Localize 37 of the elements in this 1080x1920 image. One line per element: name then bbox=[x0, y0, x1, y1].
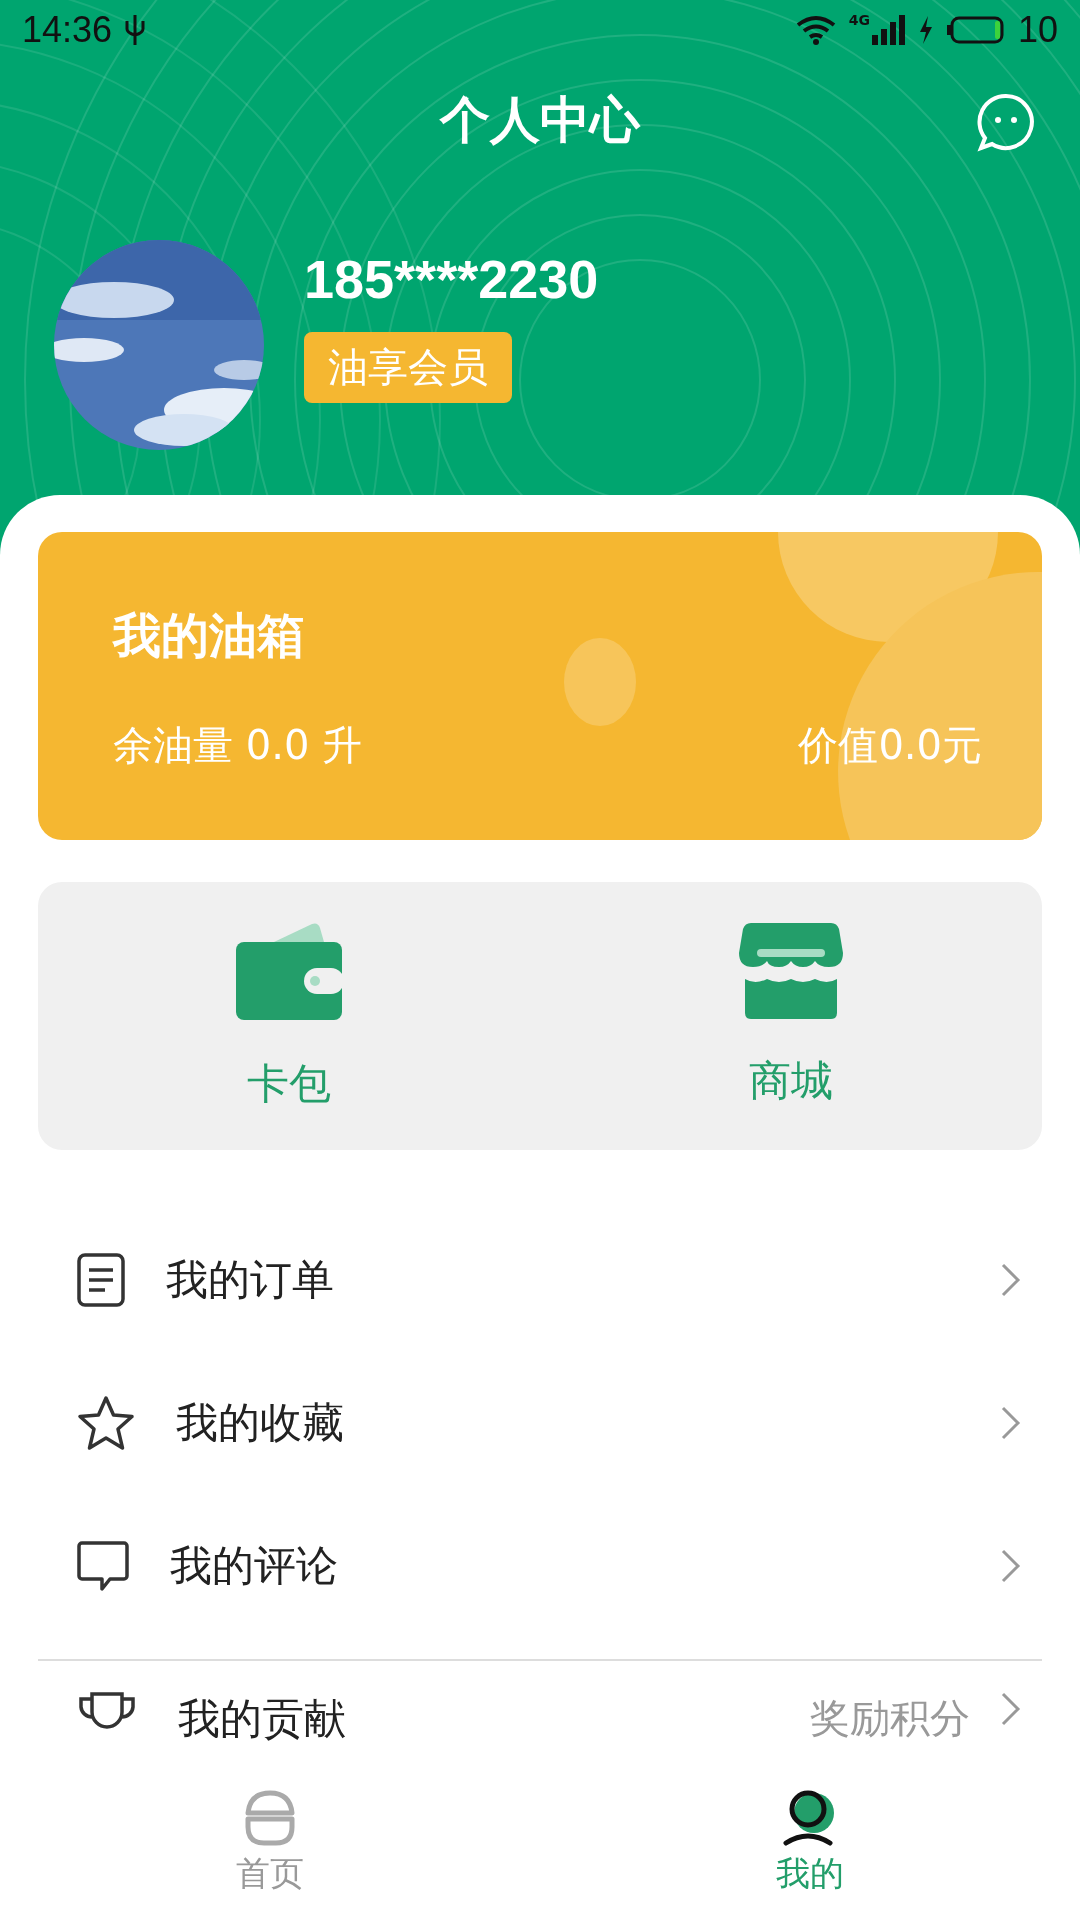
fuel-value: 价值0.0元 bbox=[798, 721, 982, 770]
remaining-fuel: 余油量 0.0 升 bbox=[113, 721, 363, 770]
menu-item[interactable]: 我的评论 bbox=[38, 1494, 1042, 1637]
menu-label: 我的收藏 bbox=[176, 1396, 345, 1449]
menu-item[interactable]: 我的贡献 奖励积分 bbox=[38, 1691, 1042, 1765]
network-type: 4G bbox=[848, 12, 870, 28]
usb-icon bbox=[124, 13, 147, 47]
chevron-right-icon bbox=[1000, 1691, 1022, 1727]
card-title: 我的油箱 bbox=[113, 606, 306, 665]
menu-item[interactable]: 我的收藏 bbox=[38, 1351, 1042, 1494]
menu-value: 奖励积分 bbox=[810, 1694, 970, 1743]
chevron-right-icon bbox=[1000, 1404, 1022, 1441]
menu-label: 我的订单 bbox=[166, 1253, 335, 1306]
fuel-tank-card[interactable]: 我的油箱 余油量 0.0 升 价值0.0元 bbox=[38, 532, 1042, 840]
document-icon bbox=[76, 1251, 126, 1308]
menu-item[interactable]: 我的订单 bbox=[38, 1208, 1042, 1351]
chat-icon[interactable] bbox=[976, 92, 1036, 152]
store-icon bbox=[739, 923, 843, 1019]
battery-level: 10 bbox=[1017, 9, 1058, 51]
battery-icon bbox=[945, 15, 1006, 45]
signal-icon bbox=[871, 15, 906, 45]
nav-tab[interactable]: 我的 bbox=[540, 1765, 1080, 1920]
nav-tab[interactable]: 首页 bbox=[0, 1765, 540, 1920]
charging-icon bbox=[917, 16, 934, 44]
member-badge: 油享会员 bbox=[304, 331, 512, 403]
wifi-icon bbox=[794, 14, 837, 46]
shortcut-button[interactable]: 商城 bbox=[540, 882, 1042, 1150]
star-icon bbox=[76, 1393, 136, 1452]
chevron-right-icon bbox=[1000, 1261, 1022, 1298]
menu-label: 我的贡献 bbox=[178, 1693, 347, 1745]
chevron-right-icon bbox=[1000, 1547, 1022, 1584]
page-title: 个人中心 bbox=[440, 89, 640, 151]
shortcut-button[interactable]: 卡包 bbox=[38, 882, 540, 1150]
comment-icon bbox=[76, 1538, 130, 1593]
menu-label: 我的评论 bbox=[170, 1539, 339, 1592]
phone-number: 185****2230 bbox=[304, 247, 599, 310]
status-time: 14:36 bbox=[22, 9, 113, 51]
